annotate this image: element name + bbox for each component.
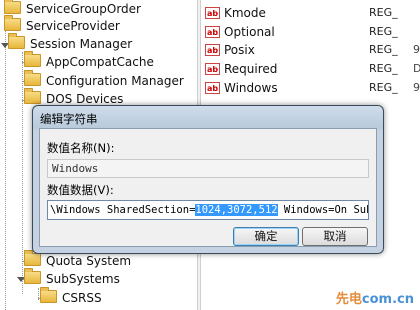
value-name-field[interactable]: Windows: [47, 159, 369, 178]
value-name: Posix: [224, 43, 255, 57]
tree-item-label: Quota System: [46, 254, 132, 268]
dialog-title: 编辑字符串: [40, 112, 98, 126]
tree-item-configuration-manager[interactable]: Configuration Manager: [24, 70, 184, 90]
value-data: 9: [413, 43, 420, 56]
tree-item-servicegrouporder[interactable]: ServiceGroupOrder: [4, 0, 141, 18]
string-value-icon: ab: [205, 26, 220, 38]
folder-icon: [24, 51, 41, 67]
cancel-button[interactable]: 取消: [302, 227, 368, 246]
folder-icon: [24, 70, 41, 86]
folder-icon: [4, 0, 21, 14]
tree-item-appcompatcache[interactable]: AppCompatCache: [24, 51, 154, 71]
site-watermark: 先电com.cn: [335, 292, 414, 307]
value-type: REG_: [369, 6, 398, 19]
value-name: Windows: [224, 81, 278, 95]
value-name-label: 数值名称(N):: [47, 141, 115, 155]
value-type: REG_: [369, 25, 398, 38]
value-row-kmode[interactable]: ab Kmode REG_: [201, 4, 420, 22]
string-value-icon: ab: [205, 7, 220, 19]
ok-button[interactable]: 确定: [233, 227, 299, 246]
tree-item-label: Session Manager: [30, 37, 133, 51]
folder-icon: [4, 15, 21, 31]
tree-item-label: Configuration Manager: [46, 74, 184, 88]
value-data-text: Windows=On SubSystemTy: [283, 204, 368, 216]
tree-item-label: ServiceProvider: [26, 19, 120, 33]
value-type: REG_: [369, 62, 398, 75]
value-name: Optional: [224, 25, 275, 39]
edit-string-dialog: 编辑字符串 数值名称(N): Windows 数值数据(V): \Windows…: [32, 105, 384, 254]
tree-item-quota-system[interactable]: Quota System: [24, 250, 132, 270]
folder-icon: [24, 88, 41, 104]
tree-item-label: DOS Devices: [46, 92, 124, 106]
value-data-text: \Windows SharedSection=: [50, 204, 196, 216]
folder-icon: [40, 287, 57, 303]
string-value-icon: ab: [205, 44, 220, 56]
tree-item-label: AppCompatCache: [46, 55, 154, 69]
string-value-icon: ab: [205, 82, 220, 94]
value-type: REG_: [369, 81, 398, 94]
value-data-field[interactable]: \Windows SharedSection=1024,3072,512 Win…: [47, 200, 369, 220]
tree-item-csrss[interactable]: CSRSS: [40, 287, 102, 307]
tree-item-serviceprovider[interactable]: ServiceProvider: [4, 15, 120, 35]
value-name: Kmode: [224, 6, 266, 20]
tree-item-label: SubSystems: [46, 272, 120, 286]
value-row-required[interactable]: ab Required REG_ D: [201, 60, 420, 78]
value-name: Required: [224, 62, 278, 76]
value-row-windows[interactable]: ab Windows REG_ 9: [201, 79, 420, 97]
value-data-label: 数值数据(V):: [47, 183, 114, 197]
value-row-posix[interactable]: ab Posix REG_ 9: [201, 41, 420, 59]
string-value-icon: ab: [205, 63, 220, 75]
tree-item-label: ServiceGroupOrder: [26, 2, 141, 16]
tree-item-label: CSRSS: [62, 291, 102, 305]
folder-open-icon: [8, 33, 25, 49]
value-data-selection: 1024,3072,512: [195, 204, 278, 216]
value-type: REG_: [369, 43, 398, 56]
value-data: 9: [413, 81, 420, 94]
folder-icon: [24, 250, 41, 266]
tree-item-subsystems[interactable]: SubSystems: [24, 268, 120, 288]
folder-open-icon: [24, 268, 41, 284]
dialog-body: 数值名称(N): Windows 数值数据(V): \Windows Share…: [39, 128, 377, 247]
value-data: D: [413, 62, 420, 75]
value-row-optional[interactable]: ab Optional REG_: [201, 23, 420, 41]
tree-guide-line: [22, 52, 23, 294]
